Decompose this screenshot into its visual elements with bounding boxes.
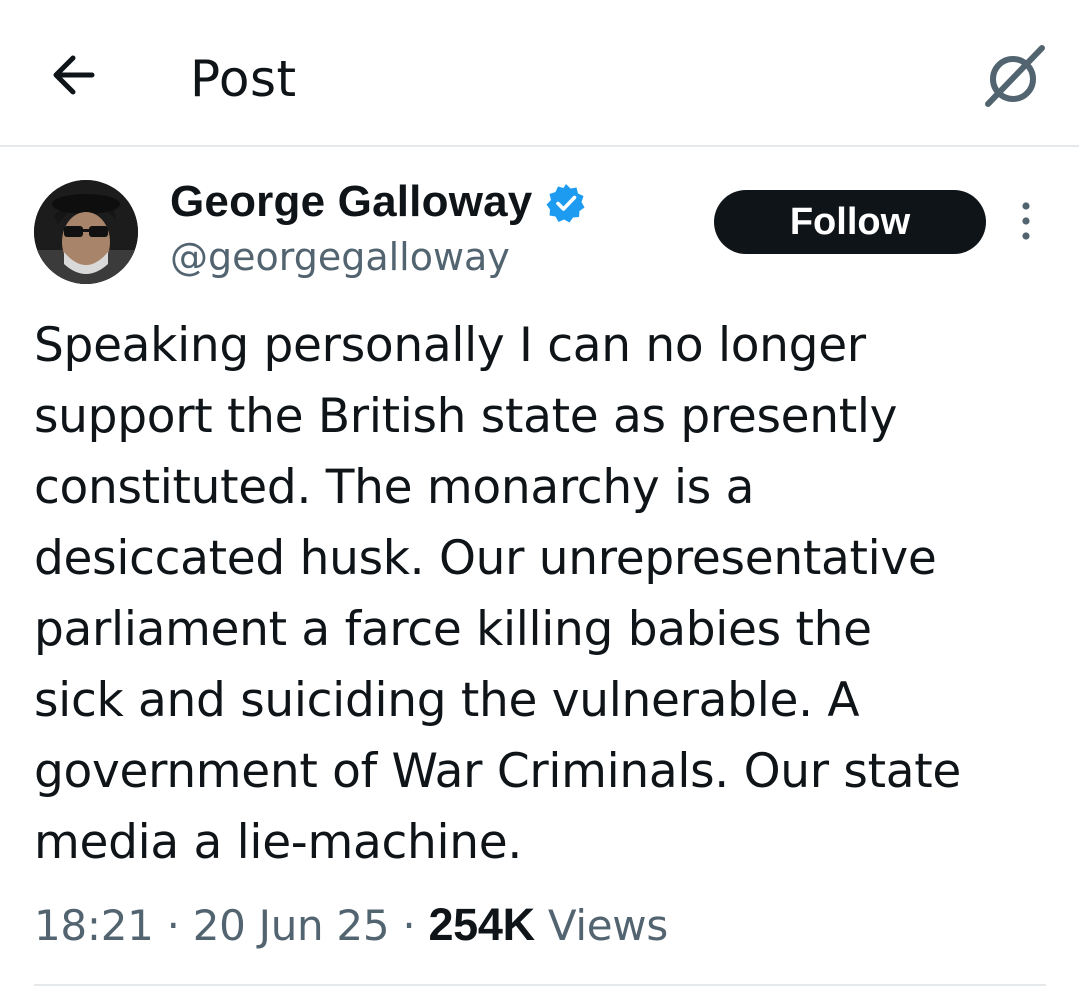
verified-badge-icon[interactable] bbox=[546, 183, 586, 223]
meta-separator: · bbox=[166, 901, 180, 950]
back-button[interactable] bbox=[44, 46, 102, 104]
avatar[interactable] bbox=[34, 180, 138, 284]
arrow-left-icon bbox=[53, 55, 95, 95]
profile-photo bbox=[34, 180, 138, 284]
meta-separator: · bbox=[402, 901, 416, 950]
top-bar: Post bbox=[0, 0, 1079, 147]
follow-button[interactable]: Follow bbox=[714, 190, 986, 254]
author-handle[interactable]: @georgegalloway bbox=[170, 232, 510, 282]
more-vertical-icon bbox=[1022, 202, 1030, 240]
tweet-time[interactable]: 18:21 bbox=[34, 901, 154, 950]
tweet-text: Speaking personally I can no longer supp… bbox=[34, 318, 961, 870]
views-label: Views bbox=[547, 901, 668, 950]
page-title: Post bbox=[190, 50, 297, 108]
author-name-row[interactable]: George Galloway bbox=[170, 172, 586, 232]
tweet-metadata: 18:21 · 20 Jun 25 · 254K Views bbox=[34, 895, 668, 956]
divider bbox=[34, 984, 1046, 986]
grok-button[interactable] bbox=[980, 40, 1050, 110]
grok-icon bbox=[985, 45, 1045, 107]
author-display-name[interactable]: George Galloway bbox=[170, 177, 532, 227]
tweet-date[interactable]: 20 Jun 25 bbox=[193, 901, 390, 950]
views-count: 254K bbox=[428, 899, 535, 950]
more-options-button[interactable] bbox=[1012, 200, 1040, 242]
